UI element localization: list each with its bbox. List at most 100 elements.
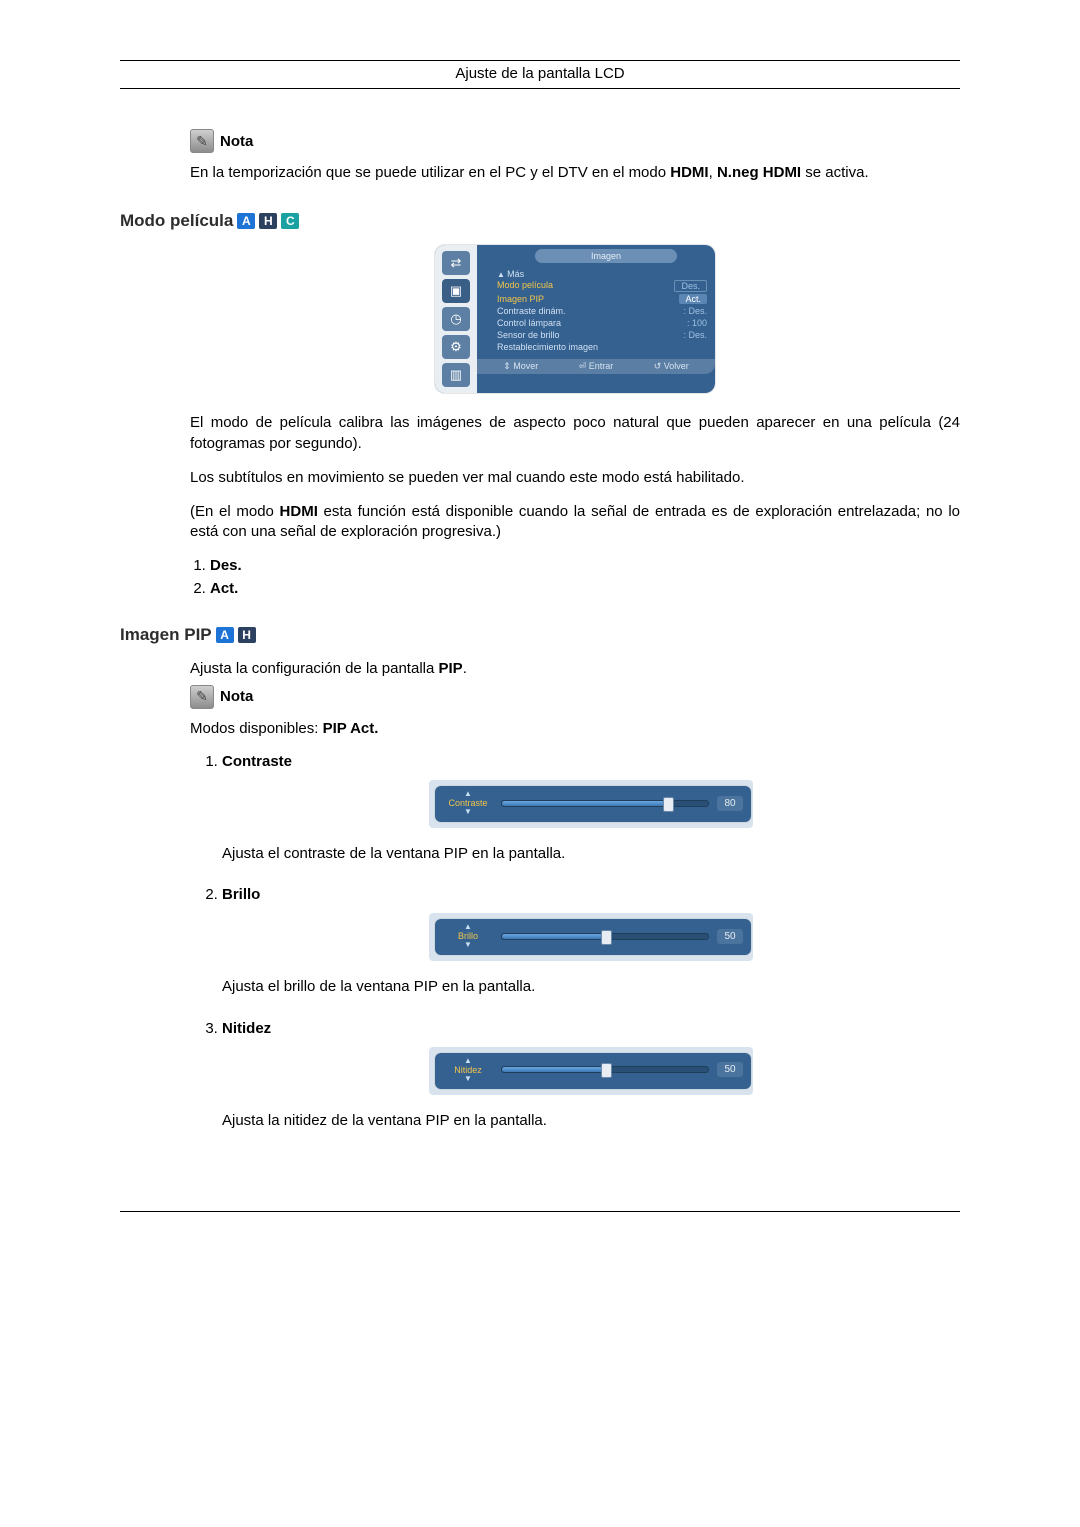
osd-footer: ⇕ Mover ⏎ Entrar ↺ Volver — [477, 359, 715, 374]
badge-H: H — [259, 213, 277, 229]
t: . — [463, 660, 467, 677]
osd-main: Imagen Más Modo película Des. Imagen PIP A… — [477, 245, 715, 393]
heading-text: Imagen PIP — [120, 625, 212, 645]
t: HDMI — [670, 164, 708, 181]
section-heading-pip: Imagen PIP A H — [120, 625, 960, 645]
movie-options-list: Des. Act. — [190, 557, 960, 597]
k: Sensor de brillo — [497, 330, 560, 340]
osd-icon-sound: ◷ — [442, 307, 470, 331]
pip-modes: Modos disponibles: PIP Act. — [190, 719, 960, 739]
arrow-up-icon: ▲ — [464, 790, 472, 798]
t: (En el modo — [190, 503, 280, 520]
note-block: ✎ Nota — [190, 129, 960, 153]
page-header: Ajuste de la pantalla LCD — [120, 65, 960, 88]
slider-fill — [502, 1067, 605, 1072]
badge-H: H — [238, 627, 256, 643]
slider-thumb[interactable] — [601, 1063, 612, 1078]
bottom-rule — [120, 1211, 960, 1212]
item-desc: Ajusta el contraste de la ventana PIP en… — [222, 844, 960, 864]
badge-C: C — [281, 213, 299, 229]
k: Imagen PIP — [497, 294, 544, 304]
osd-icon-input: ⇄ — [442, 251, 470, 275]
note-icon: ✎ — [190, 685, 214, 709]
arrow-up-icon: ▲ — [464, 1057, 472, 1065]
slider-brillo: ▲ Brillo ▼ 50 — [435, 919, 751, 955]
pip-intro: Ajusta la configuración de la pantalla P… — [190, 659, 960, 679]
osd-hint: ⇕ Mover — [503, 361, 538, 372]
v: Des. — [674, 280, 707, 292]
v: : Des. — [683, 306, 707, 316]
pip-item-nitidez: Nitidez ▲ Nitidez ▼ 50 — [222, 1020, 960, 1131]
k: Restablecimiento imagen — [497, 342, 598, 352]
slider-value: 80 — [717, 796, 743, 811]
top-rule — [120, 60, 960, 61]
pip-item-brillo: Brillo ▲ Brillo ▼ 50 — [222, 886, 960, 997]
t: PIP Act. — [323, 720, 379, 737]
osd-row: Imagen PIP Act. — [485, 293, 707, 305]
osd-row: Sensor de brillo : Des. — [485, 329, 707, 341]
t: Modos disponibles: — [190, 720, 323, 737]
slider-thumb[interactable] — [601, 930, 612, 945]
osd-hint: ⏎ Entrar — [579, 361, 614, 372]
movie-p1: El modo de película calibra las imágenes… — [190, 413, 960, 454]
movie-p2: Los subtítulos en movimiento se pueden v… — [190, 468, 960, 488]
heading-text: Modo película — [120, 211, 233, 231]
slider-track[interactable] — [501, 933, 709, 940]
item-head: Contraste — [222, 753, 292, 770]
slider-label: Nitidez — [454, 1065, 482, 1075]
pip-items-list: Contraste ▲ Contraste ▼ 80 — [190, 753, 960, 1131]
osd-title: Imagen — [535, 249, 677, 263]
arrow-up-icon: ▲ — [464, 923, 472, 931]
note-label: Nota — [220, 688, 253, 705]
k: Modo película — [497, 280, 553, 292]
slider-value: 50 — [717, 1062, 743, 1077]
note-block-2: ✎ Nota — [190, 685, 960, 709]
badge-A: A — [237, 213, 255, 229]
item-head: Brillo — [222, 886, 260, 903]
osd-sidebar: ⇄ ▣ ◷ ⚙ ▥ — [435, 245, 477, 393]
t: HDMI — [280, 503, 318, 520]
slider-track[interactable] — [501, 1066, 709, 1073]
movie-p3: (En el modo HDMI esta función está dispo… — [190, 502, 960, 543]
note-icon: ✎ — [190, 129, 214, 153]
osd-row: Restablecimiento imagen — [485, 341, 707, 353]
v: : Des. — [683, 330, 707, 340]
badge-A: A — [216, 627, 234, 643]
item-desc: Ajusta el brillo de la ventana PIP en la… — [222, 977, 960, 997]
page: Ajuste de la pantalla LCD ✎ Nota En la t… — [0, 0, 1080, 1292]
slider-track[interactable] — [501, 800, 709, 807]
slider-contraste: ▲ Contraste ▼ 80 — [435, 786, 751, 822]
note-label: Nota — [220, 133, 253, 150]
osd-row: Modo película Des. — [485, 279, 707, 293]
slider-fill — [502, 801, 667, 806]
slider-thumb[interactable] — [663, 797, 674, 812]
option-des: Des. — [210, 557, 242, 574]
arrow-down-icon: ▼ — [464, 941, 472, 949]
k: Control lámpara — [497, 318, 561, 328]
osd-hint: ↺ Volver — [654, 361, 689, 372]
osd-row: Control lámpara : 100 — [485, 317, 707, 329]
slider-nitidez: ▲ Nitidez ▼ 50 — [435, 1053, 751, 1089]
t: se activa. — [801, 164, 869, 181]
t: , — [709, 164, 717, 181]
slider-value: 50 — [717, 929, 743, 944]
osd-screenshot: ⇄ ▣ ◷ ⚙ ▥ Imagen Más Modo película Des. I… — [190, 245, 960, 393]
arrow-down-icon: ▼ — [464, 1075, 472, 1083]
t: Ajusta la configuración de la pantalla — [190, 660, 439, 677]
k: Contraste dinám. — [497, 306, 566, 316]
item-head: Nitidez — [222, 1020, 271, 1037]
note-text: En la temporización que se puede utiliza… — [190, 163, 960, 183]
v: : 100 — [687, 318, 707, 328]
osd-row: Contraste dinám. : Des. — [485, 305, 707, 317]
arrow-down-icon: ▼ — [464, 808, 472, 816]
slider-fill — [502, 934, 605, 939]
t: PIP — [439, 660, 463, 677]
header-rule — [120, 88, 960, 89]
v: Act. — [679, 294, 707, 304]
t: En la temporización que se puede utiliza… — [190, 164, 670, 181]
option-act: Act. — [210, 580, 238, 597]
t: N.neg HDMI — [717, 164, 801, 181]
osd-more: Más — [485, 269, 707, 279]
section-heading-movie: Modo película A H C — [120, 211, 960, 231]
osd-icon-setup: ⚙ — [442, 335, 470, 359]
